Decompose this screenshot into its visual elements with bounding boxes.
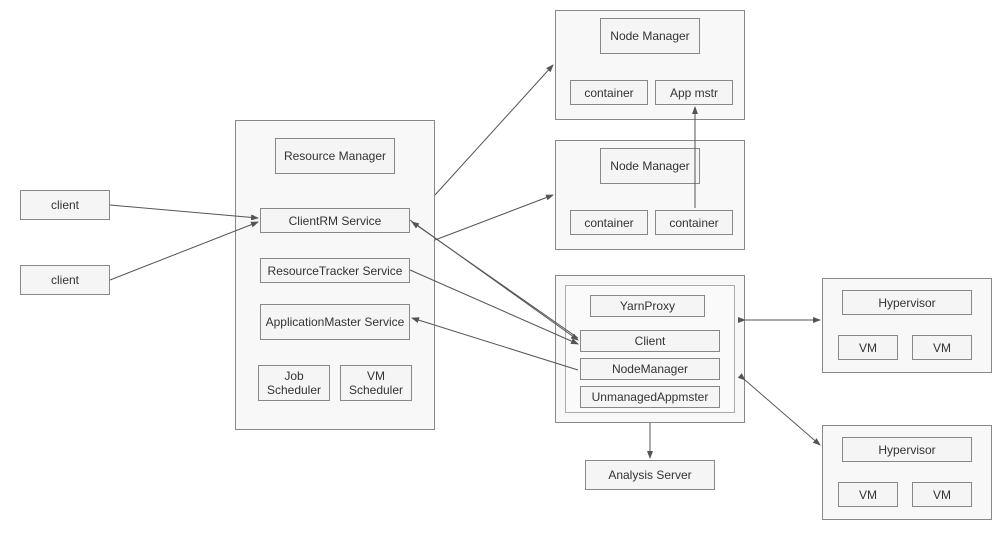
hypervisor-2-title: Hypervisor	[842, 437, 972, 462]
hypervisor-1-title: Hypervisor	[842, 290, 972, 315]
client-box-1: client	[20, 190, 110, 220]
hypervisor1-vm2-box: VM	[912, 335, 972, 360]
clientrm-service-box: ClientRM Service	[260, 208, 410, 233]
node2-container1-box: container	[570, 210, 648, 235]
job-scheduler-box: Job Scheduler	[258, 365, 330, 401]
vm-scheduler-box: VM Scheduler	[340, 365, 412, 401]
resourcetracker-service-box: ResourceTracker Service	[260, 258, 410, 283]
node2-container2-box: container	[655, 210, 733, 235]
analysis-server-box: Analysis Server	[585, 460, 715, 490]
hypervisor2-vm1-box: VM	[838, 482, 898, 507]
hypervisor2-vm2-box: VM	[912, 482, 972, 507]
hypervisor1-vm1-box: VM	[838, 335, 898, 360]
node1-container-box: container	[570, 80, 648, 105]
client-box-2: client	[20, 265, 110, 295]
node1-appmstr-box: App mstr	[655, 80, 733, 105]
applicationmaster-service-box: ApplicationMaster Service	[260, 304, 410, 340]
unmanaged-appmster-box: UnmanagedAppmster	[580, 386, 720, 408]
resource-manager-title: Resource Manager	[275, 138, 395, 174]
proxy-nodemanager-box: NodeManager	[580, 358, 720, 380]
yarnproxy-box: YarnProxy	[590, 295, 705, 317]
proxy-client-box: Client	[580, 330, 720, 352]
node-manager-2-title: Node Manager	[600, 148, 700, 184]
node-manager-1-title: Node Manager	[600, 18, 700, 54]
